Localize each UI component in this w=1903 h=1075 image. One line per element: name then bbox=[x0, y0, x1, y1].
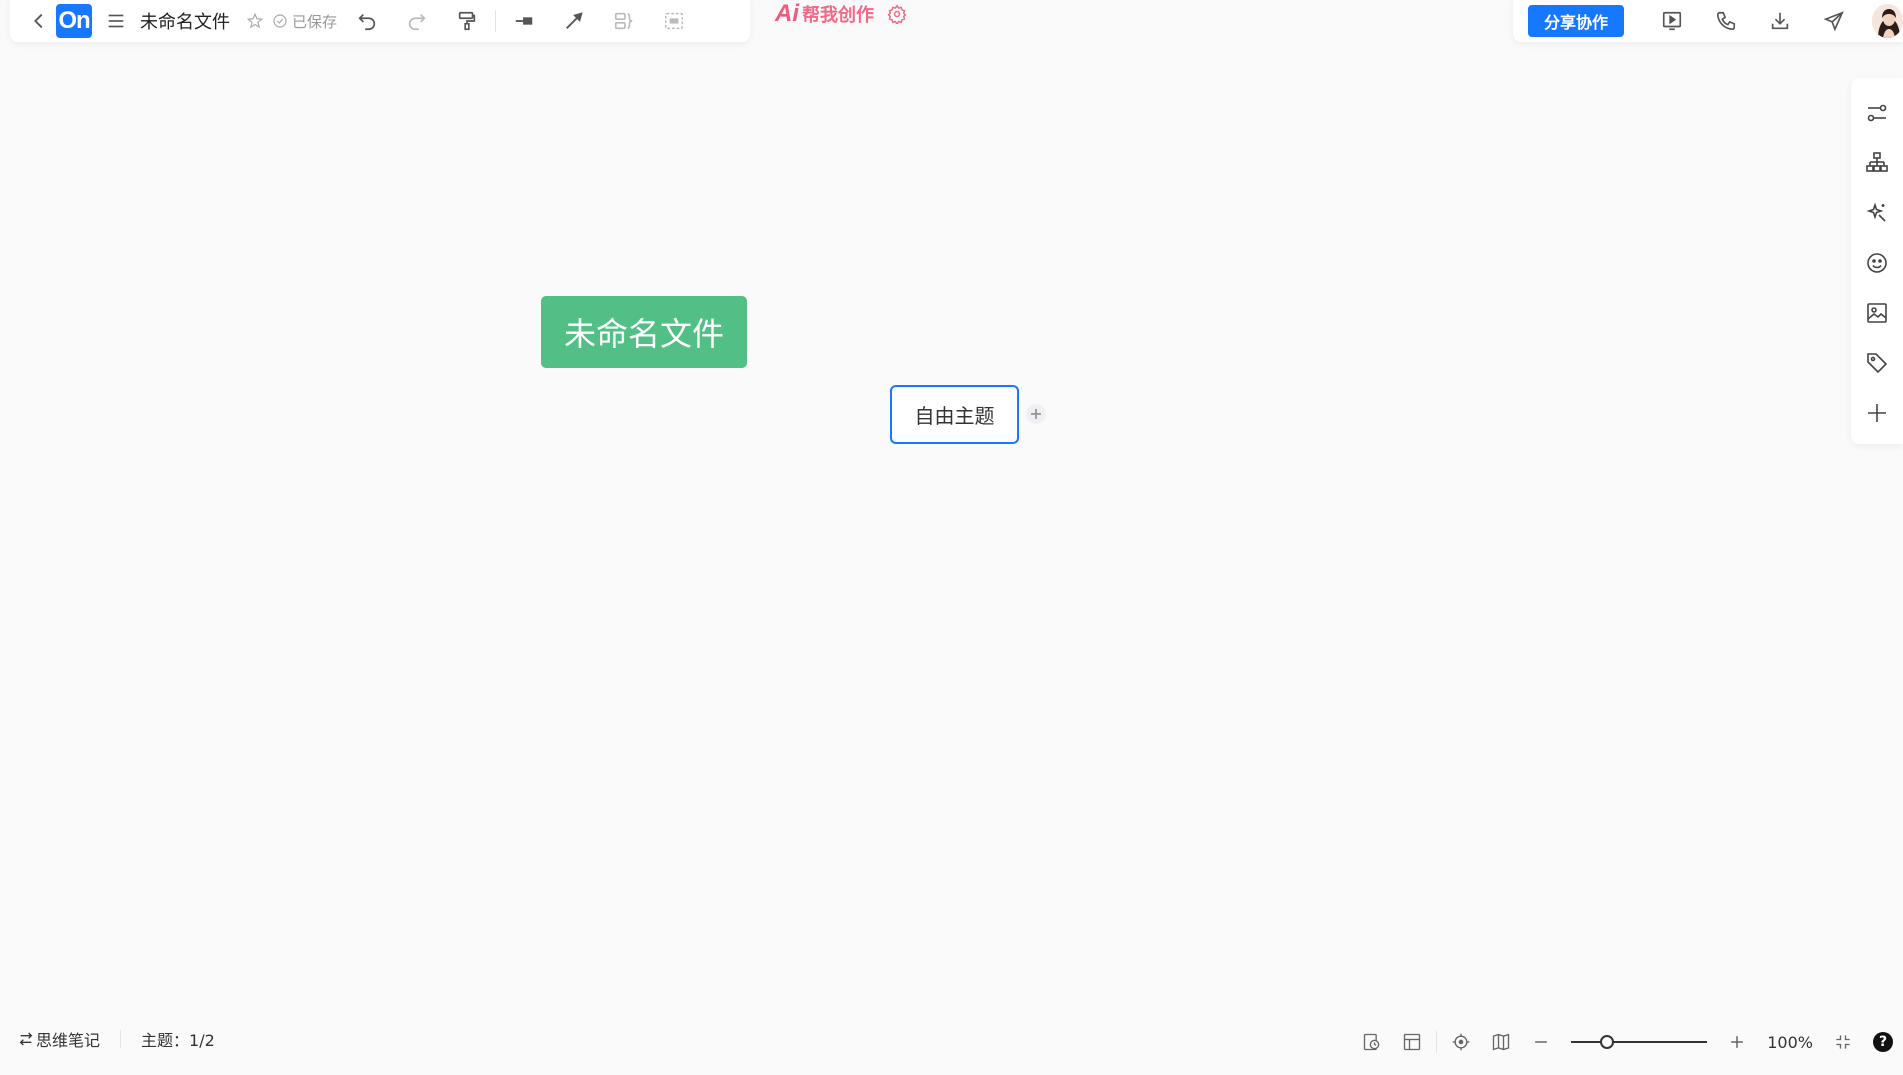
settings-gear-icon[interactable] bbox=[886, 0, 908, 30]
zoom-slider[interactable] bbox=[1571, 1032, 1708, 1052]
ai-magic-icon[interactable] bbox=[1857, 193, 1897, 233]
document-title[interactable]: 未命名文件 bbox=[140, 8, 230, 34]
map-icon[interactable] bbox=[1491, 1032, 1511, 1052]
layout-icon[interactable] bbox=[1402, 1032, 1422, 1052]
help-button[interactable]: ? bbox=[1873, 1032, 1893, 1052]
save-status: 已保存 bbox=[272, 11, 337, 32]
zoom-out-icon[interactable] bbox=[1531, 1032, 1551, 1052]
app-logo[interactable]: On bbox=[56, 4, 92, 38]
star-icon[interactable] bbox=[244, 5, 266, 37]
history-icon[interactable] bbox=[1362, 1032, 1382, 1052]
mode-switch-label: 思维笔记 bbox=[36, 1031, 101, 1050]
summary-icon[interactable] bbox=[608, 5, 640, 37]
check-circle-icon bbox=[273, 14, 287, 28]
present-icon[interactable] bbox=[1656, 5, 1688, 37]
free-topic[interactable]: 自由主题 bbox=[890, 385, 1019, 444]
ai-create-area: Ai 帮我创作 bbox=[775, 0, 908, 28]
right-side-panel bbox=[1851, 78, 1903, 444]
zoom-track bbox=[1571, 1041, 1708, 1043]
status-divider bbox=[120, 1030, 122, 1048]
insert-topic-icon[interactable] bbox=[508, 5, 540, 37]
header-right: 分享协作 bbox=[1513, 0, 1903, 42]
switch-icon bbox=[19, 1032, 33, 1046]
mode-switch[interactable]: 思维笔记 bbox=[18, 1027, 100, 1051]
fullscreen-exit-icon[interactable] bbox=[1833, 1032, 1853, 1052]
status-bar-left: 思维笔记 主题：1/2 bbox=[18, 1027, 215, 1051]
redo-icon[interactable] bbox=[401, 5, 433, 37]
ai-mark: Ai bbox=[775, 0, 799, 27]
add-icon[interactable] bbox=[1857, 393, 1897, 433]
ai-create-button[interactable]: Ai 帮我创作 bbox=[775, 0, 874, 28]
back-icon[interactable] bbox=[28, 5, 50, 37]
menu-icon[interactable] bbox=[100, 5, 132, 37]
zoom-level[interactable]: 100% bbox=[1767, 1033, 1813, 1052]
emoji-icon[interactable] bbox=[1857, 243, 1897, 283]
ai-create-label: 帮我创作 bbox=[802, 5, 874, 26]
topic-count: 主题：1/2 bbox=[141, 1031, 215, 1050]
style-icon[interactable] bbox=[1857, 93, 1897, 133]
share-collab-button[interactable]: 分享协作 bbox=[1528, 5, 1625, 37]
send-icon[interactable] bbox=[1818, 5, 1850, 37]
boundary-icon[interactable] bbox=[658, 5, 690, 37]
image-icon[interactable] bbox=[1857, 293, 1897, 333]
add-child-button[interactable]: + bbox=[1026, 404, 1046, 424]
relation-line-icon[interactable] bbox=[558, 5, 590, 37]
structure-icon[interactable] bbox=[1857, 143, 1897, 183]
zoom-thumb[interactable] bbox=[1600, 1035, 1615, 1049]
save-status-label: 已保存 bbox=[292, 12, 338, 31]
undo-icon[interactable] bbox=[351, 5, 383, 37]
tag-icon[interactable] bbox=[1857, 343, 1897, 383]
download-icon[interactable] bbox=[1764, 5, 1796, 37]
avatar[interactable] bbox=[1872, 4, 1903, 38]
root-topic[interactable]: 未命名文件 bbox=[541, 296, 747, 368]
toolbar-divider bbox=[495, 10, 497, 32]
main-toolbar: On 未命名文件 已保存 bbox=[10, 0, 750, 42]
status-bar-right: 100% ? bbox=[1362, 1031, 1893, 1053]
format-painter-icon[interactable] bbox=[451, 5, 483, 37]
call-icon[interactable] bbox=[1710, 5, 1742, 37]
status-divider bbox=[1436, 1031, 1438, 1053]
zoom-in-icon[interactable] bbox=[1727, 1032, 1747, 1052]
locate-center-icon[interactable] bbox=[1451, 1032, 1471, 1052]
